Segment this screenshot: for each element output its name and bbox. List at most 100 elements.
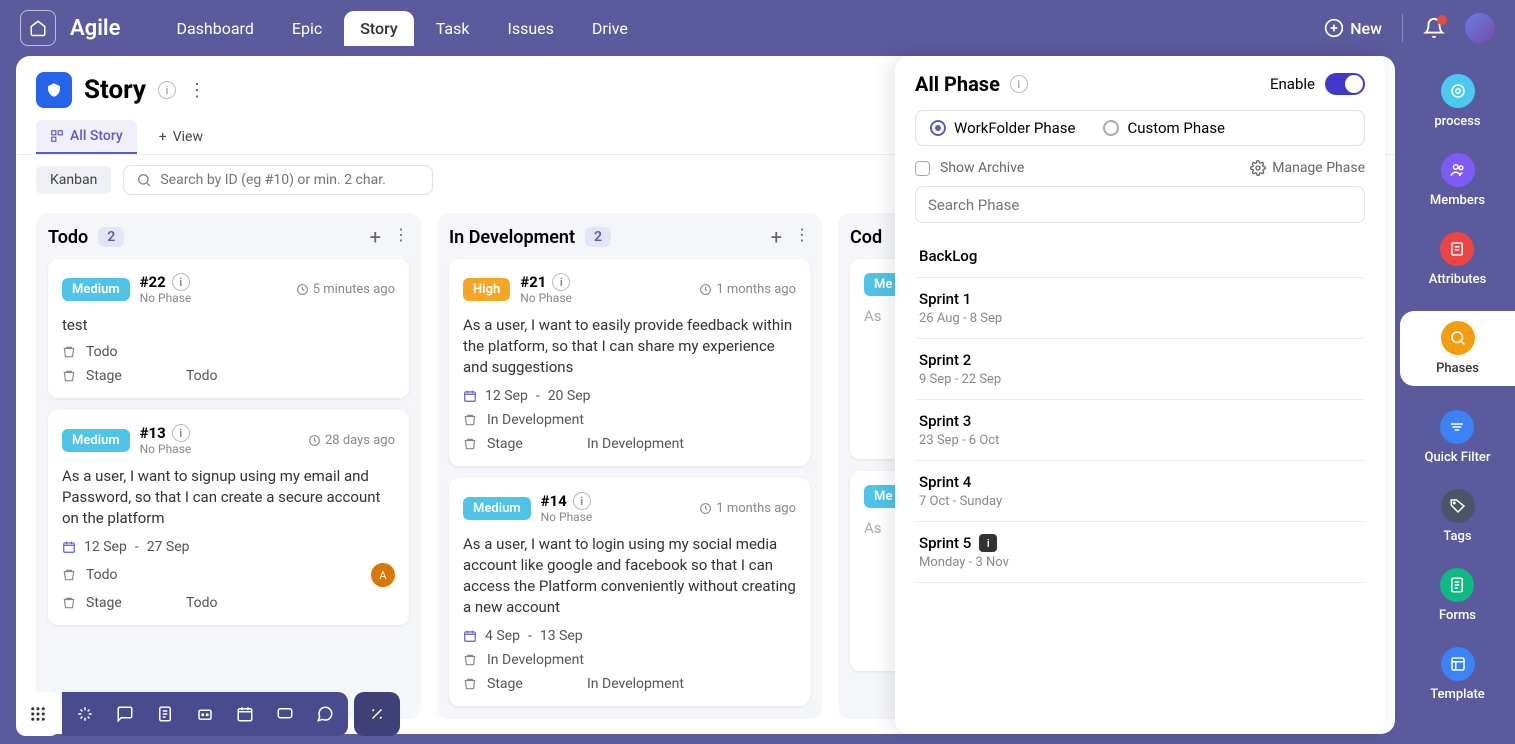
view-tab-all-story[interactable]: All Story — [36, 120, 137, 154]
page-menu-icon[interactable]: ⋮ — [188, 80, 206, 101]
add-card-icon[interactable]: + — [370, 225, 381, 249]
add-view-label: View — [173, 129, 203, 145]
story-card[interactable]: Medium #22 i No Phase 5 minutes ago test… — [48, 259, 409, 398]
add-card-icon[interactable]: + — [771, 225, 782, 249]
phase-panel: All Phase i Enable WorkFolder Phase Cust… — [895, 56, 1385, 734]
column-title: In Development — [449, 227, 575, 248]
phase-search-input[interactable] — [928, 196, 1352, 214]
card-phase: No Phase — [541, 510, 593, 524]
enable-toggle[interactable] — [1325, 73, 1365, 95]
sidebar-item-template[interactable]: Template — [1430, 647, 1485, 702]
sparkle-icon[interactable] — [76, 705, 94, 723]
phase-item[interactable]: Sprint 4 7 Oct - Sunday — [915, 461, 1365, 522]
message-icon[interactable] — [276, 705, 294, 723]
members-icon — [1441, 153, 1475, 187]
calendar-icon[interactable] — [236, 705, 254, 723]
tags-icon — [1441, 489, 1475, 523]
column-menu-icon[interactable]: ⋮ — [393, 225, 409, 249]
sidebar-item-process[interactable]: process — [1434, 74, 1480, 129]
phase-title: All Phase — [915, 72, 1000, 96]
story-card[interactable]: Medium #13 i No Phase 28 days ago As a u… — [48, 410, 409, 625]
phase-dates: 7 Oct - Sunday — [919, 494, 1361, 509]
card-id: #13 i — [140, 424, 192, 442]
gear-icon — [1250, 160, 1266, 176]
manage-phase-button[interactable]: Manage Phase — [1250, 160, 1365, 176]
sidebar-item-attributes[interactable]: Attributes — [1429, 232, 1487, 287]
phase-item[interactable]: Sprint 2 9 Sep - 22 Sep — [915, 339, 1365, 400]
card-phase: No Phase — [140, 442, 192, 456]
nav-tab-story[interactable]: Story — [344, 11, 414, 46]
kanban-chip[interactable]: Kanban — [36, 166, 111, 194]
radio-custom[interactable]: Custom Phase — [1103, 119, 1225, 137]
info-icon[interactable]: i — [172, 273, 190, 291]
radio-workfolder[interactable]: WorkFolder Phase — [930, 119, 1075, 137]
dock-toolbar-2 — [354, 692, 400, 736]
phase-name: Sprint 2 — [919, 351, 1361, 369]
phase-name: BackLog — [919, 247, 1361, 265]
nav-tab-task[interactable]: Task — [420, 11, 486, 46]
home-icon[interactable] — [20, 10, 56, 46]
card-phase: No Phase — [520, 291, 572, 305]
assignee-avatar[interactable]: A — [371, 563, 395, 587]
count-badge: 2 — [585, 227, 611, 247]
info-icon[interactable]: i — [172, 424, 190, 442]
manage-label: Manage Phase — [1272, 160, 1365, 176]
sidebar-item-tags[interactable]: Tags — [1441, 489, 1475, 544]
chat-icon[interactable] — [116, 705, 134, 723]
nav-tab-epic[interactable]: Epic — [276, 11, 338, 46]
search-box[interactable] — [123, 165, 433, 195]
phase-item[interactable]: Sprint 1 26 Aug - 8 Sep — [915, 278, 1365, 339]
info-icon[interactable]: i — [1010, 75, 1028, 93]
comment-icon[interactable] — [316, 705, 334, 723]
apps-icon[interactable] — [16, 692, 60, 736]
add-view-button[interactable]: + View — [145, 121, 217, 153]
nav-tab-dashboard[interactable]: Dashboard — [160, 11, 269, 46]
sidebar-label: Quick Filter — [1425, 450, 1491, 465]
notifications-icon[interactable] — [1423, 17, 1445, 39]
doc-icon[interactable] — [156, 705, 174, 723]
sidebar-item-forms[interactable]: Forms — [1439, 568, 1476, 623]
divider — [1402, 14, 1403, 42]
radio-icon — [1103, 120, 1119, 136]
phase-item[interactable]: Sprint 3 23 Sep - 6 Oct — [915, 400, 1365, 461]
info-icon[interactable]: i — [158, 81, 176, 99]
top-nav: Agile DashboardEpicStoryTaskIssuesDrive … — [0, 0, 1515, 56]
right-sidebar: process Members Attributes Phases Quick Filt… — [1400, 56, 1515, 744]
phase-name: Sprint 3 — [919, 412, 1361, 430]
info-icon[interactable]: i — [573, 492, 591, 510]
phase-item[interactable]: BackLog — [915, 235, 1365, 278]
forms-icon — [1440, 568, 1474, 602]
story-card[interactable]: High #21 i No Phase 1 months ago As a us… — [449, 259, 810, 466]
column-menu-icon[interactable]: ⋮ — [794, 225, 810, 249]
card-header: Medium #14 i No Phase 1 months ago — [463, 492, 796, 524]
tool-icon[interactable] — [368, 705, 386, 723]
phase-dates: 26 Aug - 8 Sep — [919, 311, 1361, 326]
view-tab-label: All Story — [70, 128, 123, 144]
story-card[interactable]: Medium #14 i No Phase 1 months ago As a … — [449, 478, 810, 706]
sidebar-label: process — [1434, 114, 1480, 129]
attr-icon — [1440, 232, 1474, 266]
card-header: Medium #13 i No Phase 28 days ago — [62, 424, 395, 456]
info-badge: i — [979, 534, 997, 552]
sidebar-item-phases[interactable]: Phases — [1400, 311, 1515, 386]
robot-icon[interactable] — [196, 705, 214, 723]
story-icon — [36, 72, 72, 108]
info-icon[interactable]: i — [552, 273, 570, 291]
column-title: Cod — [850, 227, 882, 248]
nav-tab-drive[interactable]: Drive — [576, 11, 644, 46]
card-status-row: Todo — [62, 344, 395, 360]
brand[interactable]: Agile — [70, 16, 120, 41]
show-archive-checkbox[interactable] — [915, 161, 930, 176]
count-badge: 2 — [98, 227, 124, 247]
nav-tab-issues[interactable]: Issues — [491, 11, 569, 46]
sidebar-item-quick-filter[interactable]: Quick Filter — [1425, 410, 1491, 465]
phase-item[interactable]: Sprint 5 iMonday - 3 Nov — [915, 522, 1365, 583]
sidebar-item-members[interactable]: Members — [1430, 153, 1485, 208]
phase-search[interactable] — [915, 186, 1365, 223]
search-input[interactable] — [160, 172, 420, 188]
card-stage-row: StageIn Development — [463, 436, 796, 452]
phase-header: All Phase i Enable — [915, 72, 1365, 96]
show-archive-label: Show Archive — [940, 160, 1024, 176]
user-avatar[interactable] — [1465, 13, 1495, 43]
new-button[interactable]: New — [1324, 18, 1382, 38]
